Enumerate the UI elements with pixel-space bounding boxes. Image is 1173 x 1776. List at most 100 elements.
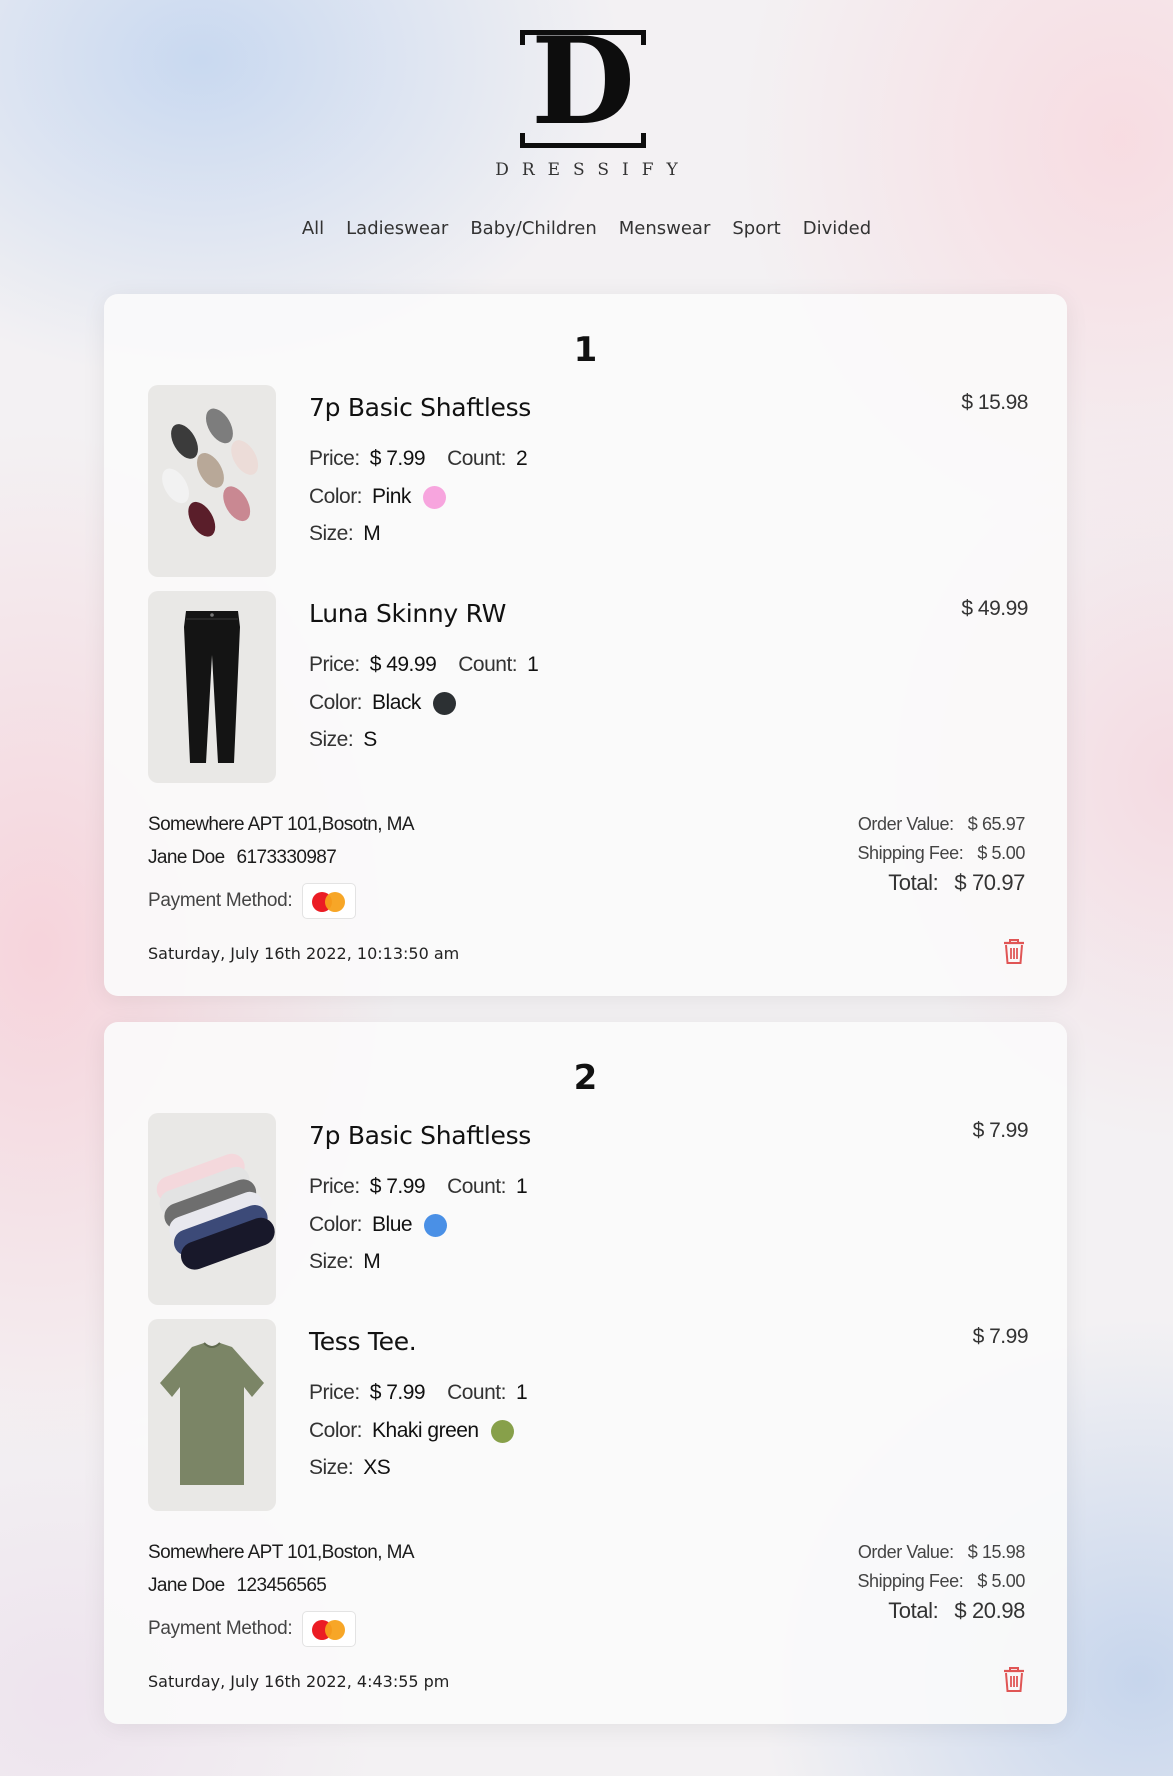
size-label: Size: [309,728,354,751]
item-line-total: $ 15.98 [961,391,1028,414]
brand-logo[interactable]: D [520,22,646,148]
customer-name: Jane Doe [148,1575,225,1596]
brand-name: DRESSIFY [495,160,691,180]
order-value-line: Order Value: $ 15.98 [857,1542,1026,1563]
item-price-row: Price: $ 7.99 Count: 1 [309,1381,528,1405]
order-value-line: Order Value: $ 65.97 [857,814,1026,835]
item-name: 7p Basic Shaftless [309,393,532,422]
nav-item-divided[interactable]: Divided [792,218,882,239]
order-item: Tess Tee. $ 7.99 Price: $ 7.99 Count: 1 … [148,1319,1029,1511]
trash-icon[interactable] [1003,939,1025,965]
item-count: 2 [515,447,528,470]
order-item: 7p Basic Shaftless $ 15.98 Price: $ 7.99… [148,385,1028,577]
size-label: Size: [309,522,354,545]
mastercard-icon[interactable] [302,1611,357,1647]
price-label: Price: [309,447,360,470]
count-label: Count: [447,447,506,470]
total-line: Total: $ 70.97 [857,870,1025,896]
order-number: 2 [573,1058,598,1098]
socks-colorful-image [148,385,276,577]
payment-label: Payment Method: [148,1618,293,1639]
total-label: Total: [888,1598,939,1623]
size-label: Size: [309,1250,354,1273]
item-name: 7p Basic Shaftless [309,1121,532,1150]
item-price-row: Price: $ 49.99 Count: 1 [309,653,539,677]
shipping-fee-label: Shipping Fee: [857,1571,964,1591]
item-color: Black [372,691,421,714]
item-line-total: $ 7.99 [972,1119,1029,1142]
nav-item-ladieswear[interactable]: Ladieswear [335,218,459,239]
color-swatch [490,1419,514,1443]
logo-bracket-bottom [520,133,646,148]
customer-phone: 123456565 [236,1575,327,1596]
nav-item-all[interactable]: All [291,218,335,239]
item-size: S [363,728,377,751]
color-label: Color: [309,1419,363,1442]
color-swatch [422,485,446,509]
item-name: Tess Tee. [309,1327,417,1356]
customer-contact: Jane Doe 6173330987 [148,847,337,869]
nav-item-menswear[interactable]: Menswear [608,218,722,239]
shipping-fee-label: Shipping Fee: [857,843,964,863]
color-swatch [432,691,456,715]
order-value: $ 15.98 [967,1542,1026,1562]
item-size-row: Size: XS [309,1456,391,1480]
customer-phone: 6173330987 [236,847,337,868]
order-value: $ 65.97 [967,814,1026,834]
item-color-row: Color: Pink [309,485,446,509]
item-line-total: $ 49.99 [961,597,1028,620]
order-date: Saturday, July 16th 2022, 4:43:55 pm [148,1672,450,1691]
count-label: Count: [447,1381,506,1404]
order-item: Luna Skinny RW $ 49.99 Price: $ 49.99 Co… [148,591,1028,783]
item-color: Khaki green [372,1419,479,1442]
order-item: 7p Basic Shaftless $ 7.99 Price: $ 7.99 … [148,1113,1029,1305]
item-price: $ 49.99 [369,653,437,676]
tshirt-image [148,1319,276,1511]
item-line-total: $ 7.99 [972,1325,1029,1348]
order-card: 2 7p Basic Shaftless $ 7.99 Price: $ 7.9… [104,1022,1067,1724]
item-count: 1 [527,653,539,676]
item-color: Pink [372,485,411,508]
item-size: XS [363,1456,391,1479]
size-label: Size: [309,1456,354,1479]
item-size-row: Size: S [309,728,377,752]
category-nav: All Ladieswear Baby/Children Menswear Sp… [0,218,1173,239]
shipping-fee-line: Shipping Fee: $ 5.00 [857,1571,1025,1592]
payment-label: Payment Method: [148,890,293,911]
color-label: Color: [309,691,363,714]
customer-contact: Jane Doe 123456565 [148,1575,327,1597]
nav-item-baby-children[interactable]: Baby/Children [459,218,607,239]
price-label: Price: [309,1381,360,1404]
logo-monogram: D [530,11,636,152]
order-card: 1 7p Basic Shaftless $ 15.98 Price: $ 7.… [104,294,1067,996]
color-swatch [424,1213,448,1237]
order-value-label: Order Value: [857,1542,954,1562]
item-size: M [363,522,381,545]
item-price: $ 7.99 [369,447,426,470]
item-color-row: Color: Khaki green [309,1419,514,1443]
order-value-label: Order Value: [857,814,954,834]
order-summary: Order Value: $ 65.97 Shipping Fee: $ 5.00 … [857,814,1025,896]
order-total: $ 70.97 [954,870,1025,895]
payment-method: Payment Method: [148,1611,357,1647]
total-label: Total: [888,870,939,895]
order-total: $ 20.98 [954,1598,1025,1623]
shipping-fee: $ 5.00 [977,1571,1025,1591]
nav-item-sport[interactable]: Sport [721,218,791,239]
shipping-address: Somewhere APT 101,Boston, MA [148,1542,414,1563]
customer-name: Jane Doe [148,847,225,868]
item-count: 1 [515,1381,528,1404]
trash-icon[interactable] [1003,1667,1025,1693]
item-count: 1 [515,1175,528,1198]
item-price: $ 7.99 [369,1175,426,1198]
item-color: Blue [372,1213,413,1236]
color-label: Color: [309,1213,363,1236]
mastercard-icon[interactable] [302,883,357,919]
count-label: Count: [447,1175,506,1198]
count-label: Count: [458,653,518,676]
item-color-row: Color: Black [309,691,456,715]
payment-method: Payment Method: [148,883,357,919]
item-size-row: Size: M [309,522,381,546]
shipping-fee: $ 5.00 [977,843,1025,863]
shipping-fee-line: Shipping Fee: $ 5.00 [857,843,1025,864]
